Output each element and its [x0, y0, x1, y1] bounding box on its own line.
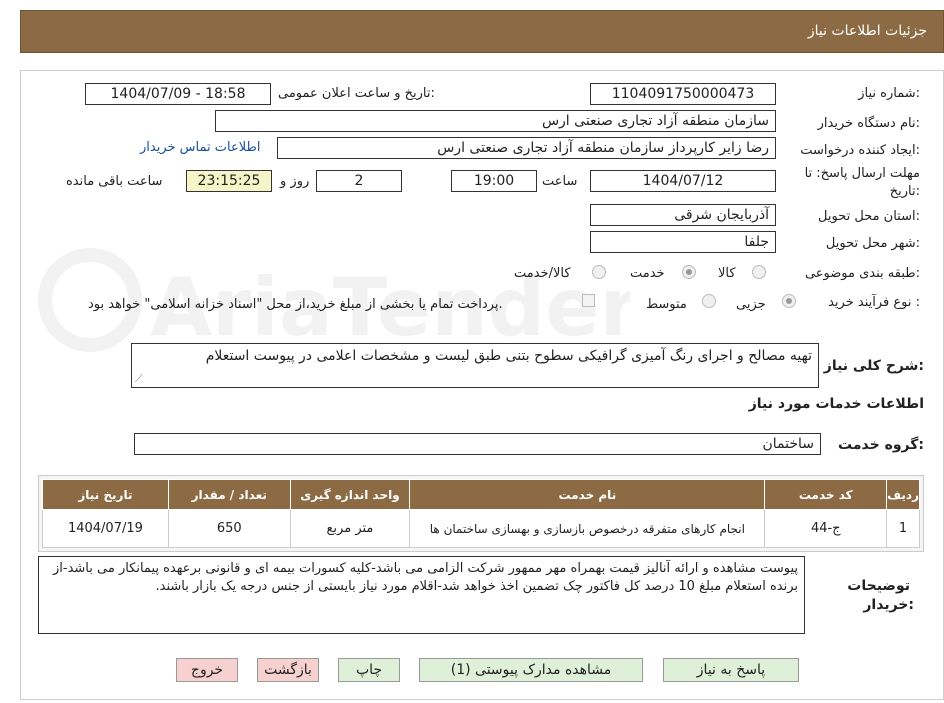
- resize-grip-icon[interactable]: ⟋: [135, 372, 143, 386]
- deadline-label: مهلت ارسال پاسخ: تا: [804, 166, 920, 181]
- col-unit-header: واحد اندازه گیری: [289, 479, 411, 510]
- services-table-wrapper: ردیف کد خدمت نام خدمت واحد اندازه گیری ت…: [38, 475, 924, 552]
- payment-note: پرداخت تمام یا بخشی از مبلغ خرید،از محل …: [88, 297, 503, 312]
- category-service-label: خدمت: [630, 266, 665, 281]
- buyer-notes-field[interactable]: پیوست مشاهده و ارائه آنالیز قیمت بهمراه …: [38, 556, 805, 634]
- province-field: آذربایجان شرقی: [590, 204, 776, 226]
- deadline-date-field: 1404/07/12: [590, 170, 776, 192]
- page-header: جزئیات اطلاعات نیاز: [20, 10, 944, 53]
- description-field[interactable]: تهیه مصالح و اجرای رنگ آمیزی گرافیکی سطو…: [131, 343, 819, 388]
- notes-label-2: خریدار:: [863, 597, 914, 613]
- col-qty-header: تعداد / مقدار: [167, 479, 291, 510]
- buyer-field: سازمان منطقه آزاد تجاری صنعتی ارس: [215, 110, 776, 132]
- creator-field: رضا زاير کارپرداز سازمان منطقه آزاد تجار…: [277, 137, 776, 159]
- category-service-radio[interactable]: [682, 265, 696, 279]
- page-title: جزئیات اطلاعات نیاز: [807, 23, 927, 39]
- services-section-title: اطلاعات خدمات مورد نیاز: [748, 396, 924, 412]
- table-row: 1 ج-44 انجام کارهای متفرقه درخصوص بازساز…: [42, 509, 920, 548]
- announce-date-field: 1404/07/09 - 18:58: [85, 83, 271, 105]
- category-both-label: کالا/خدمت: [514, 266, 571, 281]
- remaining-label: ساعت باقی مانده: [66, 174, 163, 189]
- need-number-label: شماره نیاز:: [858, 86, 920, 101]
- category-label: طبقه بندی موضوعی:: [804, 266, 920, 281]
- category-both-radio[interactable]: [592, 265, 606, 279]
- deadline-time-field: 19:00: [451, 170, 537, 192]
- table-header-row: ردیف کد خدمت نام خدمت واحد اندازه گیری ت…: [42, 479, 920, 510]
- cell-row: 1: [886, 509, 920, 548]
- back-button[interactable]: بازگشت: [257, 658, 319, 682]
- days-label: روز و: [280, 174, 310, 189]
- creator-label: ایجاد کننده درخواست:: [800, 143, 920, 158]
- cell-code: ج-44: [764, 509, 888, 548]
- buyer-label: نام دستگاه خریدار:: [817, 116, 920, 131]
- deadline-date-label: تاریخ:: [889, 184, 920, 199]
- col-date-header: تاریخ نیاز: [42, 479, 169, 510]
- buyer-contact-link[interactable]: اطلاعات تماس خریدار: [140, 140, 260, 155]
- category-goods-radio[interactable]: [752, 265, 766, 279]
- services-table: ردیف کد خدمت نام خدمت واحد اندازه گیری ت…: [42, 479, 920, 548]
- cell-date: 1404/07/19: [42, 509, 169, 548]
- process-medium-label: متوسط: [646, 297, 687, 312]
- process-minor-radio[interactable]: [782, 294, 796, 308]
- province-label: استان محل تحویل:: [818, 209, 920, 224]
- attachments-button[interactable]: مشاهده مدارک پیوستی (1): [419, 658, 643, 682]
- print-button[interactable]: چاپ: [338, 658, 400, 682]
- notes-label: توضیحات: [847, 578, 910, 594]
- process-label: نوع فرآیند خرید :: [828, 295, 920, 310]
- cell-name: انجام کارهای متفرقه درخصوص بازسازی و بهس…: [409, 509, 766, 548]
- process-minor-label: جزیی: [736, 297, 766, 312]
- exit-button[interactable]: خروج: [176, 658, 238, 682]
- col-name-header: نام خدمت: [409, 479, 766, 510]
- service-group-label: گروه خدمت:: [838, 437, 924, 453]
- days-field: 2: [316, 170, 402, 192]
- city-label: شهر محل تحویل:: [825, 236, 920, 251]
- cell-unit: متر مربع: [289, 509, 411, 548]
- deadline-time-label: ساعت: [542, 174, 578, 189]
- need-number-field: 1104091750000473: [590, 83, 776, 105]
- category-goods-label: کالا: [718, 266, 736, 281]
- col-row-header: ردیف: [886, 479, 920, 510]
- city-field: جلفا: [590, 231, 776, 253]
- col-code-header: کد خدمت: [764, 479, 888, 510]
- reply-button[interactable]: پاسخ به نیاز: [663, 658, 799, 682]
- description-label: شرح کلی نیاز:: [823, 358, 924, 374]
- treasury-checkbox[interactable]: [582, 294, 595, 307]
- cell-qty: 650: [167, 509, 291, 548]
- announce-label: تاریخ و ساعت اعلان عمومی:: [278, 86, 435, 101]
- remaining-time-field: 23:15:25: [186, 170, 272, 192]
- process-medium-radio[interactable]: [702, 294, 716, 308]
- service-group-field: ساختمان: [134, 433, 821, 455]
